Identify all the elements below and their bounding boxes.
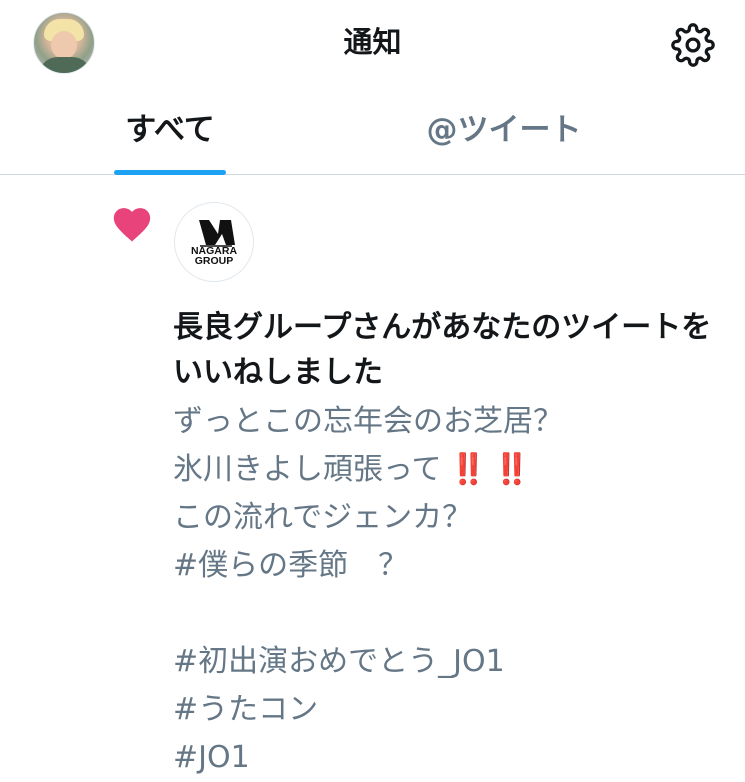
tweet-line: #僕らの季節 ？: [173, 548, 409, 583]
hashtag-link[interactable]: #JO1: [173, 734, 718, 782]
header: 通知: [0, 0, 745, 88]
tab-bar: すべて @ツイート: [0, 88, 745, 175]
notification-headline: 長良グループさんがあなたのツイートをいいねしました: [173, 310, 712, 390]
tweet-line-with-emoji: 氷川きよし頑張って ‼️ ‼️: [173, 446, 718, 494]
page-title: 通知: [343, 25, 402, 59]
tab-label-mentions: @ツイート: [426, 112, 582, 148]
notification-item[interactable]: NAGARA GROUP 長良グループさんがあなたのツイートをいいねしました ず…: [0, 176, 745, 779]
active-tab-indicator: [114, 170, 226, 175]
tweet-line: 氷川きよし頑張って: [173, 452, 442, 487]
tweet-line: この流れでジェンカ？: [173, 500, 473, 535]
gear-icon[interactable]: [671, 23, 715, 67]
heart-icon: [110, 203, 154, 243]
tweet-text: ずっとこの忘年会のお芝居？ 氷川きよし頑張って ‼️ ‼️ この流れでジェンカ？ …: [173, 398, 718, 782]
tweet-line: ずっとこの忘年会のお芝居？: [173, 404, 563, 439]
tab-mentions[interactable]: @ツイート: [373, 88, 745, 174]
tab-label-all: すべて: [125, 112, 215, 148]
double-exclamation-emoji: ‼️ ‼️: [449, 452, 531, 487]
hashtag-link[interactable]: #初出演おめでとう_JO1: [173, 638, 718, 686]
nagara-logo[interactable]: NAGARA GROUP: [174, 202, 254, 282]
tab-all[interactable]: すべて: [0, 88, 372, 174]
logo-text-group: GROUP: [195, 255, 234, 267]
hashtag-link[interactable]: #うたコン: [173, 686, 718, 734]
